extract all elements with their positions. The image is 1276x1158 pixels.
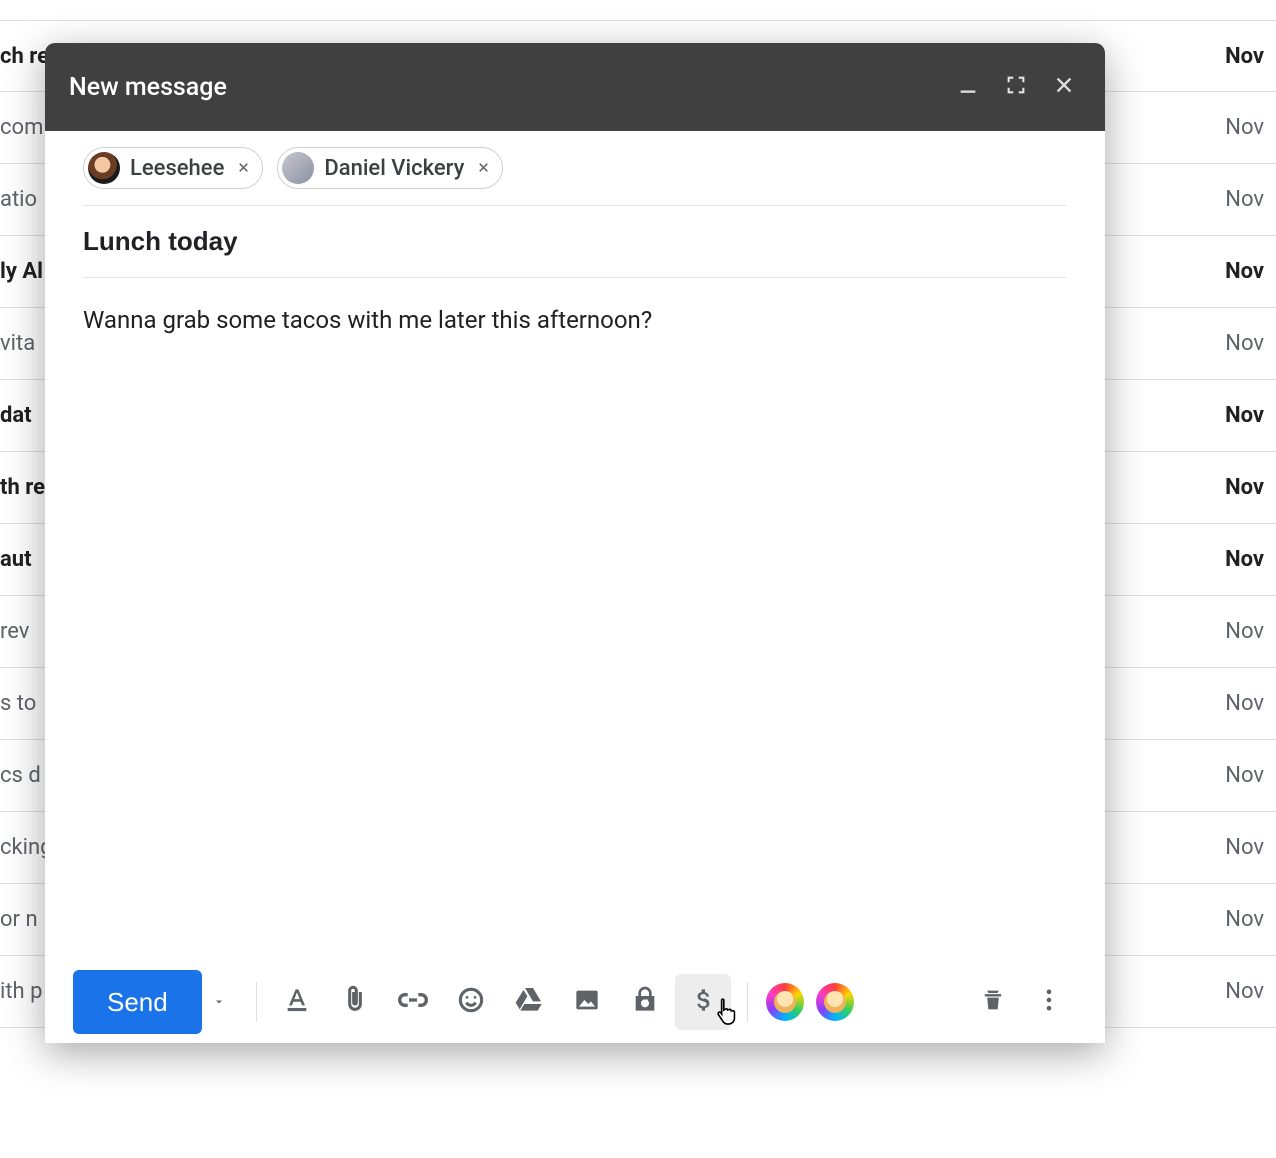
extension-icon [766, 983, 804, 1021]
close-icon [477, 159, 490, 178]
close-icon [237, 159, 250, 178]
fullscreen-button[interactable] [999, 70, 1033, 104]
insert-image-icon [571, 984, 603, 1020]
divider [747, 982, 748, 1022]
send-button[interactable]: Send [73, 970, 202, 1034]
emoji-icon [455, 984, 487, 1020]
close-button[interactable] [1047, 70, 1081, 104]
format-text-icon [281, 984, 313, 1020]
email-date: Nov [1225, 619, 1264, 644]
recipient-chip[interactable]: Leesehee [83, 147, 263, 189]
delete-draft-icon [979, 986, 1007, 1018]
email-date: Nov [1225, 979, 1264, 1004]
recipients-field[interactable]: Leesehee Daniel Vickery [83, 131, 1067, 206]
email-date: Nov [1225, 44, 1264, 69]
minimize-button[interactable] [951, 70, 985, 104]
email-subject: ch re [0, 44, 49, 69]
email-subject: atio [0, 187, 37, 212]
recipient-name: Leesehee [130, 156, 224, 181]
recipient-chip[interactable]: Daniel Vickery [277, 147, 503, 189]
compose-toolbar: Send [45, 961, 1105, 1043]
insert-link-icon [397, 984, 429, 1020]
caret-down-icon [213, 993, 225, 1012]
subject-input[interactable] [83, 226, 1067, 257]
subject-row [83, 206, 1067, 278]
extension-button[interactable] [810, 974, 860, 1030]
email-subject: cs d [0, 763, 41, 788]
fullscreen-icon [1005, 74, 1027, 100]
insert-emoji-button[interactable] [443, 974, 499, 1030]
remove-recipient-button[interactable] [234, 159, 252, 177]
email-date: Nov [1225, 331, 1264, 356]
recipient-name: Daniel Vickery [324, 156, 464, 181]
discard-draft-button[interactable] [965, 974, 1021, 1030]
send-money-button[interactable] [675, 974, 731, 1030]
send-options-button[interactable] [202, 970, 236, 1034]
insert-drive-file-button[interactable] [501, 974, 557, 1030]
email-date: Nov [1225, 403, 1264, 428]
avatar [88, 152, 120, 184]
attach-file-icon [339, 984, 371, 1020]
remove-recipient-button[interactable] [474, 159, 492, 177]
confidential-mode-button[interactable] [617, 974, 673, 1030]
email-date: Nov [1225, 115, 1264, 140]
drive-icon [513, 984, 545, 1020]
email-subject: dat [0, 403, 32, 428]
email-date: Nov [1225, 691, 1264, 716]
confidential-mode-icon [629, 984, 661, 1020]
email-date: Nov [1225, 547, 1264, 572]
attach-file-button[interactable] [327, 974, 383, 1030]
email-date: Nov [1225, 475, 1264, 500]
email-subject: ith p [0, 979, 42, 1004]
extension-button[interactable] [760, 974, 810, 1030]
formatting-options-button[interactable] [269, 974, 325, 1030]
divider [256, 982, 257, 1022]
email-date: Nov [1225, 907, 1264, 932]
email-subject: ly Al [0, 259, 43, 284]
extension-icon [816, 983, 854, 1021]
email-date: Nov [1225, 835, 1264, 860]
email-subject: th re [0, 475, 45, 500]
email-subject: or n [0, 907, 38, 932]
send-money-icon [687, 984, 719, 1020]
email-subject: com [0, 115, 43, 140]
email-date: Nov [1225, 187, 1264, 212]
more-options-icon [1035, 986, 1063, 1018]
email-date: Nov [1225, 259, 1264, 284]
email-subject: vita [0, 331, 35, 356]
email-date: Nov [1225, 763, 1264, 788]
close-icon [1053, 74, 1075, 100]
insert-photo-button[interactable] [559, 974, 615, 1030]
more-options-button[interactable] [1021, 974, 1077, 1030]
email-subject: aut [0, 547, 32, 572]
message-body-area [83, 278, 1067, 961]
avatar [282, 152, 314, 184]
message-body-input[interactable] [83, 304, 1067, 935]
email-subject: rev [0, 619, 29, 644]
compose-header[interactable]: New message [45, 43, 1105, 131]
minimize-icon [957, 74, 979, 100]
compose-window: New message Leesehee [45, 43, 1105, 1043]
email-subject: s to [0, 691, 36, 716]
compose-title: New message [69, 73, 227, 102]
insert-link-button[interactable] [385, 974, 441, 1030]
